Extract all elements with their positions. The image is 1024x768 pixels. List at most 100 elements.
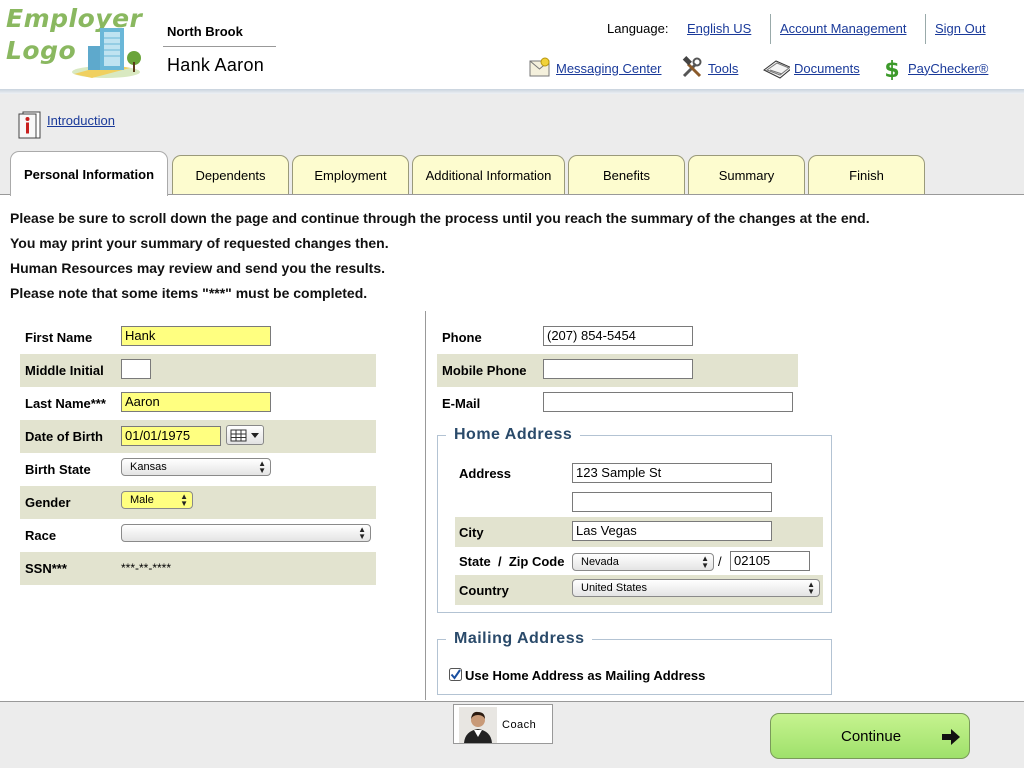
tools-icon — [682, 56, 702, 78]
first-name-label: First Name — [25, 330, 93, 345]
form-row-date-of-birth: Date of Birth 01/01/1975 — [20, 420, 376, 453]
form-row-city: City Las Vegas — [455, 517, 823, 547]
gender-value: Male — [130, 494, 154, 506]
city-label: City — [459, 525, 484, 540]
state-zip-label: State / Zip Code — [459, 554, 565, 569]
language-link[interactable]: English US — [687, 21, 751, 36]
form-row-gender: Gender Male ▲ ▼ — [20, 486, 376, 519]
country-select[interactable]: United States ▲ ▼ — [572, 579, 820, 597]
state-select[interactable]: Nevada ▲ ▼ — [572, 553, 714, 571]
building-logo-icon — [72, 28, 141, 78]
calendar-icon — [230, 429, 259, 442]
coach-avatar-icon — [459, 707, 497, 743]
last-name-label: Last Name*** — [25, 396, 106, 411]
tools-link[interactable]: Tools — [708, 61, 738, 76]
address-line2-input[interactable] — [572, 492, 772, 512]
nav-documents[interactable]: Documents — [758, 56, 860, 80]
mailing-checkbox-label: Use Home Address as Mailing Address — [465, 668, 706, 683]
instruction-text: Please be sure to scroll down the page a… — [10, 210, 870, 226]
last-name-input[interactable]: Aaron — [121, 392, 271, 412]
city-input[interactable]: Las Vegas — [572, 521, 772, 541]
date-of-birth-input[interactable]: 01/01/1975 — [121, 426, 221, 446]
select-arrows-icon: ▲ ▼ — [258, 459, 266, 475]
arrow-right-icon — [942, 729, 960, 745]
form-row-middle-initial: Middle Initial — [20, 354, 376, 387]
form-row-email: E-Mail — [437, 387, 798, 420]
company-name: North Brook — [167, 24, 243, 39]
ssn-label: SSN*** — [25, 561, 67, 576]
tab-additional-information[interactable]: Additional Information — [412, 155, 565, 195]
form-row-phone: Phone (207) 854-5454 — [437, 321, 798, 354]
home-address-legend: Home Address — [446, 426, 581, 444]
form-row-race: Race ▲ ▼ — [20, 519, 376, 552]
instruction-text: Please note that some items "***" must b… — [10, 285, 368, 301]
dollar-sign-icon: $ — [884, 58, 899, 80]
race-select[interactable]: ▲ ▼ — [121, 524, 371, 542]
state-value: Nevada — [581, 556, 619, 568]
form-row-ssn: SSN*** ***-**-**** — [20, 552, 376, 585]
email-label: E-Mail — [442, 396, 481, 411]
account-management-link[interactable]: Account Management — [780, 21, 906, 36]
form-row-last-name: Last Name*** Aaron — [20, 387, 376, 420]
nav-tools[interactable]: Tools — [680, 56, 738, 80]
continue-label: Continue — [841, 728, 902, 745]
gender-select[interactable]: Male ▲ ▼ — [121, 491, 193, 509]
middle-initial-input[interactable] — [121, 359, 151, 379]
form-row-country: Country United States ▲ ▼ — [455, 575, 823, 605]
documents-link[interactable]: Documents — [794, 61, 860, 76]
svg-text:$: $ — [884, 58, 899, 80]
form-row-first-name: First Name Hank — [20, 321, 376, 354]
instruction-text: Human Resources may review and send you … — [10, 260, 386, 276]
paychecker-link[interactable]: PayChecker® — [908, 61, 988, 76]
mobile-phone-input[interactable] — [543, 359, 693, 379]
tab-personal-information[interactable]: Personal Information — [10, 151, 168, 196]
info-book-icon[interactable] — [16, 110, 42, 140]
zip-separator: / — [718, 554, 722, 569]
gender-label: Gender — [25, 495, 71, 510]
date-of-birth-label: Date of Birth — [25, 429, 103, 444]
ssn-value: ***-**-**** — [121, 561, 172, 575]
address-line1-input[interactable]: 123 Sample St — [572, 463, 772, 483]
divider — [163, 46, 276, 47]
coach-label: Coach — [502, 719, 537, 731]
column-divider — [425, 311, 426, 700]
mailing-checkbox[interactable] — [449, 668, 462, 681]
select-arrows-icon: ▲ ▼ — [701, 554, 709, 570]
phone-input[interactable]: (207) 854-5454 — [543, 326, 693, 346]
birth-state-select[interactable]: Kansas ▲ ▼ — [121, 458, 271, 476]
tab-benefits[interactable]: Benefits — [568, 155, 685, 195]
select-arrows-icon: ▲ ▼ — [358, 525, 366, 541]
sign-out-link[interactable]: Sign Out — [935, 21, 986, 36]
nav-paychecker[interactable]: $ PayChecker® — [880, 56, 988, 80]
address-label: Address — [459, 466, 512, 481]
tab-summary[interactable]: Summary — [688, 155, 805, 195]
email-input[interactable] — [543, 392, 793, 412]
birth-state-value: Kansas — [130, 461, 167, 473]
header: Employer Logo North Brook Hank Aaron Lan… — [0, 0, 1024, 92]
tab-employment[interactable]: Employment — [292, 155, 409, 195]
phone-label: Phone — [442, 330, 482, 345]
first-name-input[interactable]: Hank — [121, 326, 271, 346]
tab-dependents[interactable]: Dependents — [172, 155, 289, 195]
country-value: United States — [581, 582, 648, 594]
documents-icon — [763, 60, 790, 79]
calendar-button[interactable] — [226, 425, 264, 445]
mobile-phone-label: Mobile Phone — [442, 363, 527, 378]
logo-text-line2: Logo — [6, 36, 77, 65]
nav-messaging-center[interactable]: Messaging Center — [528, 56, 662, 80]
zip-code-input[interactable]: 02105 — [730, 551, 810, 571]
form-row-mobile-phone: Mobile Phone — [437, 354, 798, 387]
birth-state-label: Birth State — [25, 462, 91, 477]
tab-finish[interactable]: Finish — [808, 155, 925, 195]
select-arrows-icon: ▲ ▼ — [180, 492, 188, 508]
messaging-center-link[interactable]: Messaging Center — [556, 61, 662, 76]
select-arrows-icon: ▲ ▼ — [807, 580, 815, 596]
introduction-link[interactable]: Introduction — [47, 113, 115, 128]
coach-button[interactable]: Coach — [453, 704, 553, 744]
language-label: Language: — [607, 21, 669, 36]
divider — [925, 14, 926, 44]
middle-initial-label: Middle Initial — [25, 363, 104, 378]
form-row-birth-state: Birth State Kansas ▲ ▼ — [20, 453, 376, 486]
race-label: Race — [25, 528, 57, 543]
continue-button[interactable]: Continue — [770, 713, 970, 759]
